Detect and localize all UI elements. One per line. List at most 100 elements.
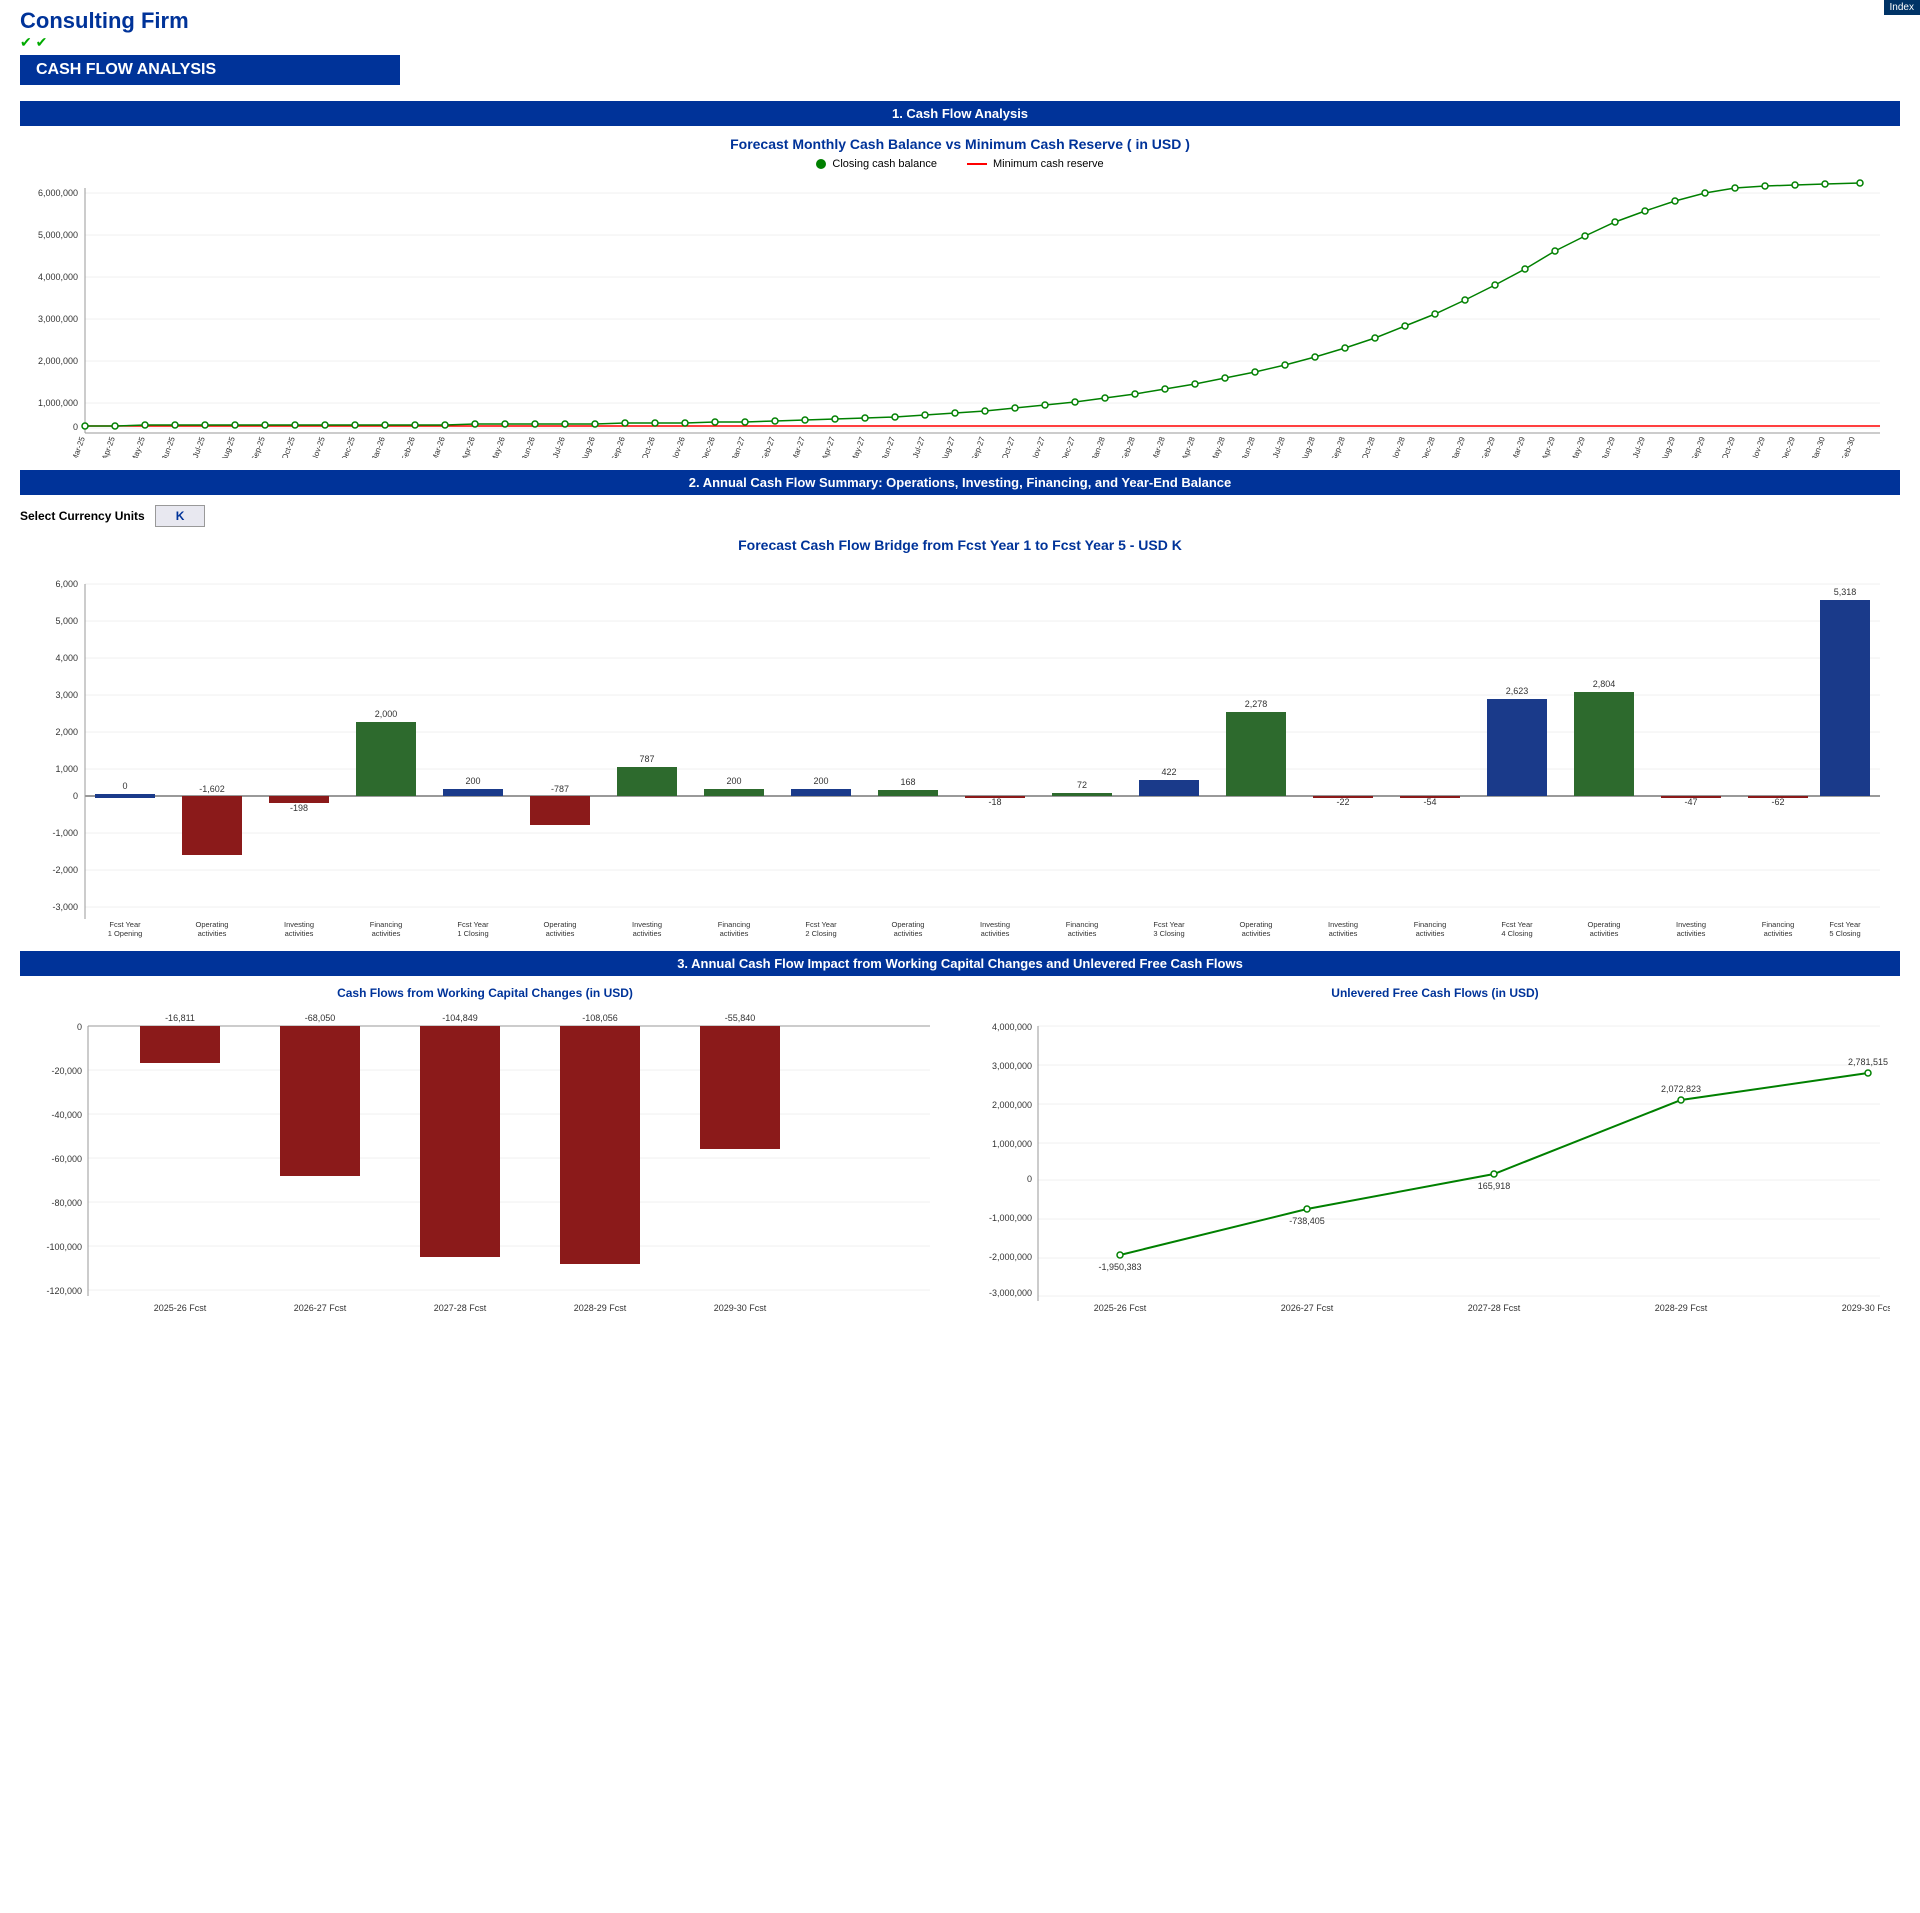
section-3-header: 3. Annual Cash Flow Impact from Working … xyxy=(20,951,1900,976)
svg-text:5,000,000: 5,000,000 xyxy=(38,230,78,240)
wc-chart-col: Cash Flows from Working Capital Changes … xyxy=(20,986,950,1326)
red-line-icon xyxy=(967,163,987,165)
svg-text:Mar-28: Mar-28 xyxy=(1150,435,1167,458)
svg-text:activities: activities xyxy=(633,929,662,938)
legend-green-label: Closing cash balance xyxy=(832,158,937,170)
bar-12 xyxy=(1139,780,1199,796)
svg-text:Apr-28: Apr-28 xyxy=(1180,435,1197,458)
svg-text:-62: -62 xyxy=(1771,797,1784,807)
svg-text:Oct-26: Oct-26 xyxy=(640,435,657,458)
svg-text:0: 0 xyxy=(122,781,127,791)
bar-8 xyxy=(791,789,851,796)
currency-button[interactable]: K xyxy=(155,505,206,527)
bar-16 xyxy=(1487,699,1547,796)
svg-text:activities: activities xyxy=(372,929,401,938)
svg-text:Nov-26: Nov-26 xyxy=(670,435,687,458)
svg-text:-2,000,000: -2,000,000 xyxy=(989,1252,1032,1262)
chart-1-legend: Closing cash balance Minimum cash reserv… xyxy=(20,158,1900,170)
svg-text:-60,000: -60,000 xyxy=(51,1154,82,1164)
section-3-charts: Cash Flows from Working Capital Changes … xyxy=(20,986,1900,1326)
svg-text:Sep-29: Sep-29 xyxy=(1690,435,1707,458)
section-2: 2. Annual Cash Flow Summary: Operations,… xyxy=(20,470,1900,939)
svg-text:Jan-29: Jan-29 xyxy=(1450,435,1467,458)
svg-text:activities: activities xyxy=(894,929,923,938)
svg-text:Fcst Year: Fcst Year xyxy=(1829,920,1861,929)
svg-text:Jan-27: Jan-27 xyxy=(730,435,747,458)
svg-text:Dec-29: Dec-29 xyxy=(1780,435,1797,458)
svg-text:2,072,823: 2,072,823 xyxy=(1661,1084,1701,1094)
svg-text:-1,602: -1,602 xyxy=(199,784,225,794)
svg-text:Jul-29: Jul-29 xyxy=(1631,435,1647,458)
svg-text:Investing: Investing xyxy=(284,920,314,929)
svg-text:Fcst Year: Fcst Year xyxy=(1762,938,1794,939)
svg-text:2,781,515: 2,781,515 xyxy=(1848,1057,1888,1067)
svg-text:Feb-28: Feb-28 xyxy=(1120,435,1137,458)
svg-text:Operating: Operating xyxy=(1240,920,1273,929)
index-tab[interactable]: Index xyxy=(1884,0,1920,15)
svg-text:3,000,000: 3,000,000 xyxy=(38,314,78,324)
svg-text:Cash: Cash xyxy=(1836,938,1854,939)
svg-text:2025-26 Fcst: 2025-26 Fcst xyxy=(1094,1303,1147,1313)
svg-text:Dec-27: Dec-27 xyxy=(1060,435,1077,458)
green-dot-icon xyxy=(816,159,826,169)
svg-text:May-28: May-28 xyxy=(1209,435,1227,458)
svg-text:Investing: Investing xyxy=(980,920,1010,929)
svg-text:6,000: 6,000 xyxy=(55,579,78,589)
svg-text:Sep-26: Sep-26 xyxy=(610,435,627,458)
bar-20 xyxy=(1820,600,1870,796)
wc-bar-2 xyxy=(280,1026,360,1176)
svg-text:Fcst Year: Fcst Year xyxy=(718,938,750,939)
section-1: 1. Cash Flow Analysis Forecast Monthly C… xyxy=(20,101,1900,458)
svg-text:Oct-25: Oct-25 xyxy=(280,435,297,458)
svg-text:Oct-28: Oct-28 xyxy=(1360,435,1377,458)
svg-text:activities: activities xyxy=(285,929,314,938)
svg-text:Jul-28: Jul-28 xyxy=(1271,435,1287,458)
svg-text:Feb-26: Feb-26 xyxy=(400,435,417,458)
bridge-chart-svg: 6,000 5,000 4,000 3,000 2,000 1,000 0 -1… xyxy=(20,559,1890,939)
ufcf-chart-col: Unlevered Free Cash Flows (in USD) 4,000… xyxy=(970,986,1900,1326)
svg-text:-1,950,383: -1,950,383 xyxy=(1098,1262,1141,1272)
svg-text:0: 0 xyxy=(73,422,78,432)
svg-text:-20,000: -20,000 xyxy=(51,1066,82,1076)
line-chart-svg: 6,000,000 5,000,000 4,000,000 3,000,000 … xyxy=(20,178,1890,458)
svg-text:activities: activities xyxy=(1764,929,1793,938)
svg-text:Mar-27: Mar-27 xyxy=(790,435,807,458)
legend-red-label: Minimum cash reserve xyxy=(993,158,1104,170)
svg-text:165,918: 165,918 xyxy=(1478,1181,1511,1191)
svg-text:Fcst Year: Fcst Year xyxy=(979,938,1011,939)
svg-text:Aug-28: Aug-28 xyxy=(1300,435,1317,458)
svg-text:Fcst Year: Fcst Year xyxy=(370,938,402,939)
svg-text:Jun-26: Jun-26 xyxy=(520,435,537,458)
svg-text:Jun-29: Jun-29 xyxy=(1600,435,1617,458)
svg-text:1,000,000: 1,000,000 xyxy=(992,1139,1032,1149)
bar-4 xyxy=(443,789,503,796)
svg-text:activities: activities xyxy=(981,929,1010,938)
svg-text:-104,849: -104,849 xyxy=(442,1013,478,1023)
legend-green: Closing cash balance xyxy=(816,158,937,170)
wc-bar-5 xyxy=(700,1026,780,1149)
svg-text:168: 168 xyxy=(900,777,915,787)
firm-name: Consulting Firm xyxy=(20,8,1900,34)
ufcf-chart-svg: 4,000,000 3,000,000 2,000,000 1,000,000 … xyxy=(970,1006,1890,1326)
svg-text:Nov-25: Nov-25 xyxy=(310,435,327,458)
svg-text:-55,840: -55,840 xyxy=(725,1013,756,1023)
svg-text:May-26: May-26 xyxy=(489,435,507,458)
svg-text:Oct-29: Oct-29 xyxy=(1720,435,1737,458)
svg-text:-1,000,000: -1,000,000 xyxy=(989,1213,1032,1223)
svg-text:Investing: Investing xyxy=(1328,920,1358,929)
svg-text:-47: -47 xyxy=(1684,797,1697,807)
wc-chart-svg: 0 -20,000 -40,000 -60,000 -80,000 -100,0… xyxy=(20,1006,940,1326)
bar-5 xyxy=(530,796,590,825)
svg-text:0: 0 xyxy=(73,791,78,801)
chart-1-title: Forecast Monthly Cash Balance vs Minimum… xyxy=(20,136,1900,152)
legend-red: Minimum cash reserve xyxy=(967,158,1104,170)
svg-text:Mar-26: Mar-26 xyxy=(430,435,447,458)
section-2-header: 2. Annual Cash Flow Summary: Operations,… xyxy=(20,470,1900,495)
svg-text:2,278: 2,278 xyxy=(1245,699,1268,709)
bar-6 xyxy=(617,767,677,796)
svg-text:5 Closing: 5 Closing xyxy=(1829,929,1860,938)
svg-text:Sep-25: Sep-25 xyxy=(250,435,267,458)
svg-text:422: 422 xyxy=(1161,767,1176,777)
svg-text:Cash: Cash xyxy=(464,938,482,939)
svg-text:May-27: May-27 xyxy=(849,435,867,458)
